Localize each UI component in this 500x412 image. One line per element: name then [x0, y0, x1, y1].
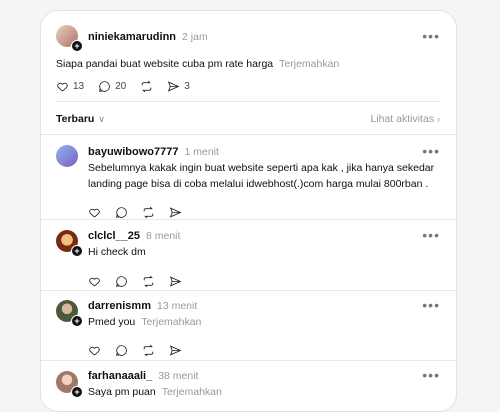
repost-button[interactable] [142, 275, 155, 288]
share-button[interactable] [169, 275, 182, 288]
comment-line: landing page bisa di coba melalui idwebh… [88, 178, 429, 190]
comment-author[interactable]: clclcl__25 8 menit [88, 230, 180, 242]
like-button[interactable] [88, 344, 101, 357]
post-author-avatar[interactable]: + [56, 25, 83, 52]
comment-author[interactable]: bayuwibowo7777 1 menit [88, 146, 219, 158]
post-author[interactable]: niniekamarudinn 2 jam [88, 31, 208, 43]
comment-username[interactable]: bayuwibowo7777 [88, 146, 178, 158]
comment-time: 13 menit [156, 300, 198, 312]
send-icon [168, 81, 180, 92]
like-button[interactable] [88, 275, 101, 288]
send-icon [169, 345, 182, 356]
comment-time: 1 menit [184, 146, 219, 158]
chevron-down-icon: ∨ [98, 114, 105, 124]
comment-more-icon[interactable]: ••• [422, 228, 440, 242]
comment-icon [99, 81, 110, 92]
comment-username[interactable]: darrenismm [88, 300, 151, 312]
comment-line: Saya pm puan [88, 386, 156, 398]
activity-label[interactable]: Lihat aktivitas [370, 113, 434, 125]
comment-translate-link[interactable]: Terjemahkan [162, 386, 222, 398]
divider [56, 101, 441, 102]
comment-avatar[interactable]: + [56, 300, 83, 327]
comment-time: 8 menit [146, 230, 181, 242]
share-count: 3 [184, 81, 190, 92]
comment-translate-link[interactable]: Terjemahkan [141, 316, 201, 328]
heart-icon [89, 346, 100, 356]
view-activity-link[interactable]: Lihat aktivitas › [370, 113, 440, 125]
repost-icon [143, 344, 154, 357]
comment-line: Pmed you [88, 316, 136, 328]
comment-actions [88, 206, 196, 219]
comment-username[interactable]: farhanaaali_ [88, 370, 152, 382]
repost-button[interactable] [142, 344, 155, 357]
chevron-right-icon: › [437, 114, 440, 124]
follow-plus-icon[interactable]: + [71, 40, 83, 52]
post-time: 2 jam [182, 31, 208, 43]
comment-text: Hi check dm [88, 244, 146, 260]
divider [41, 134, 456, 135]
share-button[interactable]: 3 [167, 80, 190, 93]
comment-actions [88, 275, 196, 288]
share-button[interactable] [169, 344, 182, 357]
comment-avatar[interactable] [56, 145, 80, 169]
post-body: Siapa pandai buat website cuba pm rate h… [56, 58, 274, 70]
follow-plus-icon[interactable]: + [71, 315, 83, 327]
heart-icon [57, 82, 68, 92]
reply-button[interactable]: 20 [98, 80, 126, 93]
comment-author[interactable]: darrenismm 13 menit [88, 300, 197, 312]
repost-icon [143, 206, 154, 219]
divider [41, 360, 456, 361]
avatar-image [56, 145, 78, 167]
divider [41, 290, 456, 291]
repost-icon [141, 80, 152, 93]
comment-username[interactable]: clclcl__25 [88, 230, 140, 242]
post-username[interactable]: niniekamarudinn [88, 31, 176, 43]
comment-text: Saya pm puan Terjemahkan [88, 384, 222, 400]
like-count: 13 [73, 81, 85, 92]
share-button[interactable] [169, 206, 182, 219]
like-button[interactable]: 13 [56, 80, 84, 93]
comment-time: 38 menit [158, 370, 199, 382]
comment-icon [116, 207, 127, 218]
post-translate-link[interactable]: Terjemahkan [279, 58, 339, 70]
reply-button[interactable] [115, 344, 128, 357]
comment-line: Hi check dm [88, 246, 146, 258]
comment-text: Sebelumnya kakak ingin buat website sepe… [88, 160, 434, 192]
comment-text: Pmed you Terjemahkan [88, 314, 201, 330]
comment-more-icon[interactable]: ••• [422, 298, 440, 312]
divider [41, 219, 456, 220]
comment-icon [116, 345, 127, 356]
follow-plus-icon[interactable]: + [71, 245, 83, 257]
reply-button[interactable] [115, 206, 128, 219]
comment-author[interactable]: farhanaaali_ 38 menit [88, 370, 198, 382]
comment-more-icon[interactable]: ••• [422, 368, 440, 382]
like-button[interactable] [88, 206, 101, 219]
heart-icon [89, 277, 100, 287]
comment-icon [116, 276, 127, 287]
repost-button[interactable] [142, 206, 155, 219]
post-text: Siapa pandai buat website cuba pm rate h… [56, 56, 339, 72]
send-icon [169, 207, 182, 218]
comment-line: Sebelumnya kakak ingin buat website sepe… [88, 162, 435, 174]
repost-icon [143, 275, 154, 288]
comment-avatar[interactable]: + [56, 371, 83, 398]
repost-button[interactable] [140, 80, 153, 93]
comment-more-icon[interactable]: ••• [422, 144, 440, 158]
sort-filter[interactable]: Terbaru ∨ [56, 113, 105, 125]
send-icon [169, 276, 182, 287]
sort-label[interactable]: Terbaru [56, 113, 94, 125]
reply-button[interactable] [115, 275, 128, 288]
follow-plus-icon[interactable]: + [71, 386, 83, 398]
post-actions: 13 20 3 [56, 80, 204, 93]
reply-count: 20 [115, 81, 127, 92]
post-more-icon[interactable]: ••• [422, 29, 440, 43]
comment-actions [88, 344, 196, 357]
thread-card: + niniekamarudinn 2 jam ••• Siapa pandai … [40, 10, 457, 412]
heart-icon [89, 208, 100, 218]
comment-avatar[interactable]: + [56, 230, 83, 257]
